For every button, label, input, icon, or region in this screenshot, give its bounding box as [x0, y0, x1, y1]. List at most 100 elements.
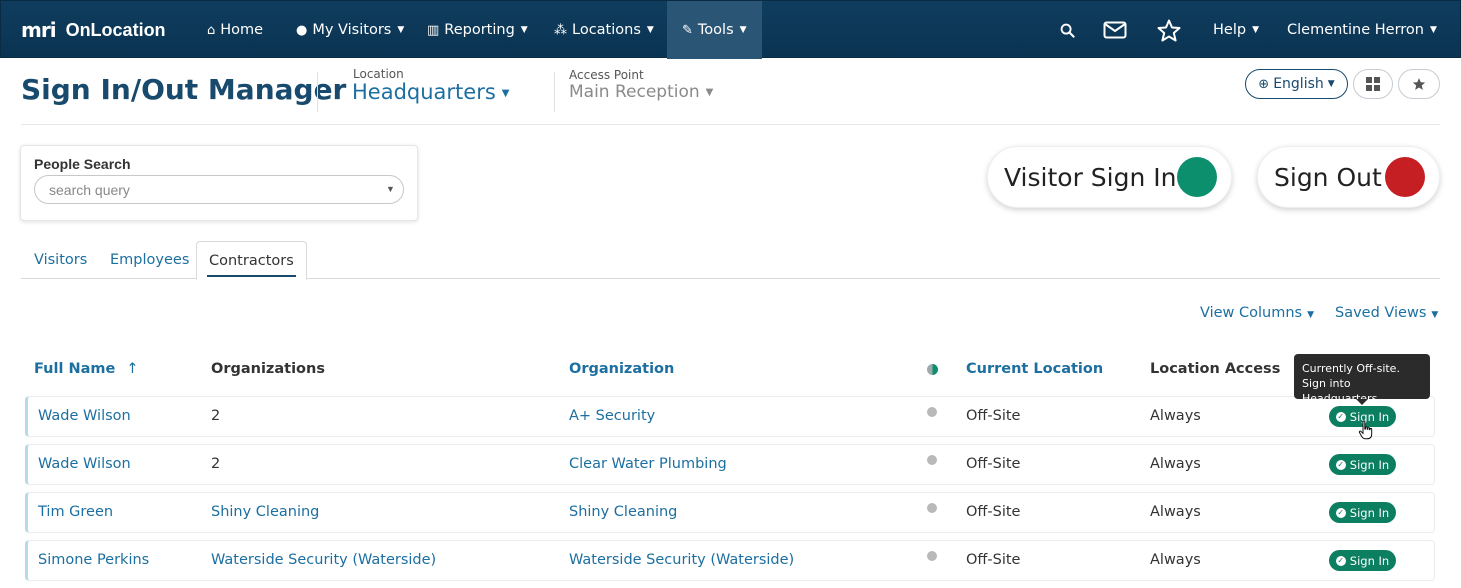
- sign-in-button[interactable]: ✓ Sign In: [1329, 550, 1396, 571]
- nav-help-label: Help: [1213, 22, 1247, 38]
- check-circle-icon: ✓: [1335, 555, 1346, 566]
- row-location-access: Always: [1150, 504, 1201, 520]
- tab-employees[interactable]: Employees: [110, 241, 189, 279]
- grid-icon: [1366, 77, 1380, 91]
- row-organization[interactable]: A+ Security: [569, 408, 655, 424]
- caret-down-icon[interactable]: ▼: [386, 184, 395, 194]
- nav-my-visitors[interactable]: ● My Visitors ▼: [296, 1, 404, 59]
- access-point-value: Main Reception: [569, 82, 700, 102]
- row-location-access: Always: [1150, 552, 1201, 568]
- row-full-name[interactable]: Tim Green: [38, 504, 113, 520]
- column-header-location-access: Location Access: [1150, 361, 1281, 377]
- caret-down-icon: ▼: [1431, 310, 1439, 320]
- check-circle-icon: ✓: [1335, 507, 1346, 518]
- nav-tools-label: Tools: [697, 22, 734, 38]
- row-organizations[interactable]: Waterside Security (Waterside): [211, 552, 436, 568]
- view-columns-dropdown[interactable]: View Columns ▼: [1200, 305, 1314, 321]
- star-icon[interactable]: [1155, 1, 1183, 59]
- column-header-current-location[interactable]: Current Location: [966, 361, 1103, 377]
- table-row: Tim Green Shiny Cleaning Shiny Cleaning …: [25, 492, 1435, 533]
- language-selector[interactable]: ⊕ English ▼: [1245, 69, 1348, 99]
- nav-help[interactable]: Help ▼: [1213, 1, 1259, 59]
- user-icon: ●: [296, 22, 308, 38]
- table-row: Wade Wilson 2 A+ Security Off-Site Alway…: [25, 396, 1435, 437]
- globe-icon: ⊕: [1258, 76, 1270, 92]
- row-full-name[interactable]: Simone Perkins: [38, 552, 149, 568]
- row-current-location: Off-Site: [966, 552, 1021, 568]
- column-header-organization[interactable]: Organization: [569, 361, 674, 377]
- check-circle-icon: ✓: [1335, 411, 1346, 422]
- favorite-button[interactable]: [1398, 69, 1440, 99]
- mail-icon[interactable]: [1101, 1, 1129, 59]
- saved-views-dropdown[interactable]: Saved Views ▼: [1335, 305, 1438, 321]
- mri-logo-mark: mri: [21, 18, 57, 42]
- full-name-header-label: Full Name: [34, 361, 116, 377]
- visitor-sign-in-label: Visitor Sign In: [1004, 162, 1177, 192]
- hand-pointer-icon: [1358, 420, 1374, 445]
- caret-down-icon: ▼: [705, 86, 714, 98]
- people-search-input[interactable]: [34, 175, 404, 204]
- bar-chart-icon: ▥: [427, 22, 440, 38]
- sign-in-tooltip: Currently Off-site. Sign into Headquarte…: [1294, 354, 1430, 405]
- visitor-sign-in-button[interactable]: Visitor Sign In: [987, 146, 1232, 208]
- sign-in-button[interactable]: ✓ Sign In: [1329, 502, 1396, 523]
- row-organization[interactable]: Shiny Cleaning: [569, 504, 677, 520]
- row-full-name[interactable]: Wade Wilson: [38, 456, 131, 472]
- row-organization[interactable]: Clear Water Plumbing: [569, 456, 727, 472]
- nav-user-menu[interactable]: Clementine Herron ▼: [1287, 1, 1437, 59]
- tab-contractors[interactable]: Contractors: [196, 241, 307, 280]
- sort-ascending-icon: ↑: [126, 361, 139, 377]
- header-divider: [317, 72, 318, 112]
- row-current-location: Off-Site: [966, 408, 1021, 424]
- caret-down-icon: ▼: [1429, 25, 1437, 35]
- home-icon: ⌂: [207, 22, 216, 38]
- caret-down-icon: ▼: [397, 25, 405, 35]
- nav-locations[interactable]: ⁂ Locations ▼: [554, 1, 654, 59]
- tab-visitors-label: Visitors: [34, 252, 88, 268]
- dashboard-grid-button[interactable]: [1353, 69, 1393, 99]
- row-full-name[interactable]: Wade Wilson: [38, 408, 131, 424]
- network-icon: ⁂: [554, 22, 567, 38]
- row-location-access: Always: [1150, 408, 1201, 424]
- people-search-card: People Search ▼: [20, 145, 418, 221]
- active-tab-indicator: [207, 275, 296, 277]
- sign-out-button[interactable]: Sign Out: [1257, 146, 1440, 208]
- nav-reporting-label: Reporting: [444, 22, 515, 38]
- brand-logo[interactable]: mri OnLocation: [21, 18, 166, 42]
- header-divider: [554, 72, 555, 112]
- table-row: Wade Wilson 2 Clear Water Plumbing Off-S…: [25, 444, 1435, 485]
- sign-out-label: Sign Out: [1274, 162, 1382, 192]
- sign-in-label: Sign In: [1349, 505, 1390, 520]
- row-organization[interactable]: Waterside Security (Waterside): [569, 552, 794, 568]
- check-circle-icon: ✓: [1335, 459, 1346, 470]
- nav-home[interactable]: ⌂ Home: [207, 1, 263, 59]
- sign-in-label: Sign In: [1349, 457, 1390, 472]
- status-dot-icon: [927, 407, 937, 417]
- row-organizations: 2: [211, 456, 221, 472]
- people-tabs: Visitors Employees Contractors: [21, 241, 1440, 280]
- location-selector[interactable]: Headquarters ▼: [352, 80, 509, 104]
- tooltip-arrow: [1356, 399, 1368, 405]
- column-header-full-name[interactable]: Full Name ↑: [34, 361, 139, 377]
- search-icon[interactable]: [1053, 1, 1081, 59]
- people-search-label: People Search: [34, 156, 131, 172]
- caret-down-icon: ▼: [1307, 310, 1315, 320]
- status-dot-icon: [927, 503, 937, 513]
- location-value: Headquarters: [352, 80, 496, 104]
- access-point-selector[interactable]: Main Reception ▼: [569, 82, 713, 102]
- row-organizations[interactable]: Shiny Cleaning: [211, 504, 319, 520]
- column-header-organizations: Organizations: [211, 361, 325, 377]
- location-label: Location: [353, 67, 404, 81]
- caret-down-icon: ▼: [739, 25, 747, 35]
- green-circle-icon: [1177, 157, 1217, 197]
- row-organizations: 2: [211, 408, 221, 424]
- nav-reporting[interactable]: ▥ Reporting ▼: [427, 1, 528, 59]
- tab-visitors[interactable]: Visitors: [34, 241, 87, 279]
- page-title: Sign In/Out Manager: [21, 73, 347, 106]
- caret-down-icon: ▼: [1252, 25, 1259, 35]
- wrench-icon: ✎: [682, 22, 693, 38]
- status-column-icon: [927, 364, 938, 375]
- nav-tools[interactable]: ✎ Tools ▼: [667, 1, 762, 59]
- tab-contractors-label: Contractors: [209, 252, 294, 269]
- sign-in-button[interactable]: ✓ Sign In: [1329, 454, 1396, 475]
